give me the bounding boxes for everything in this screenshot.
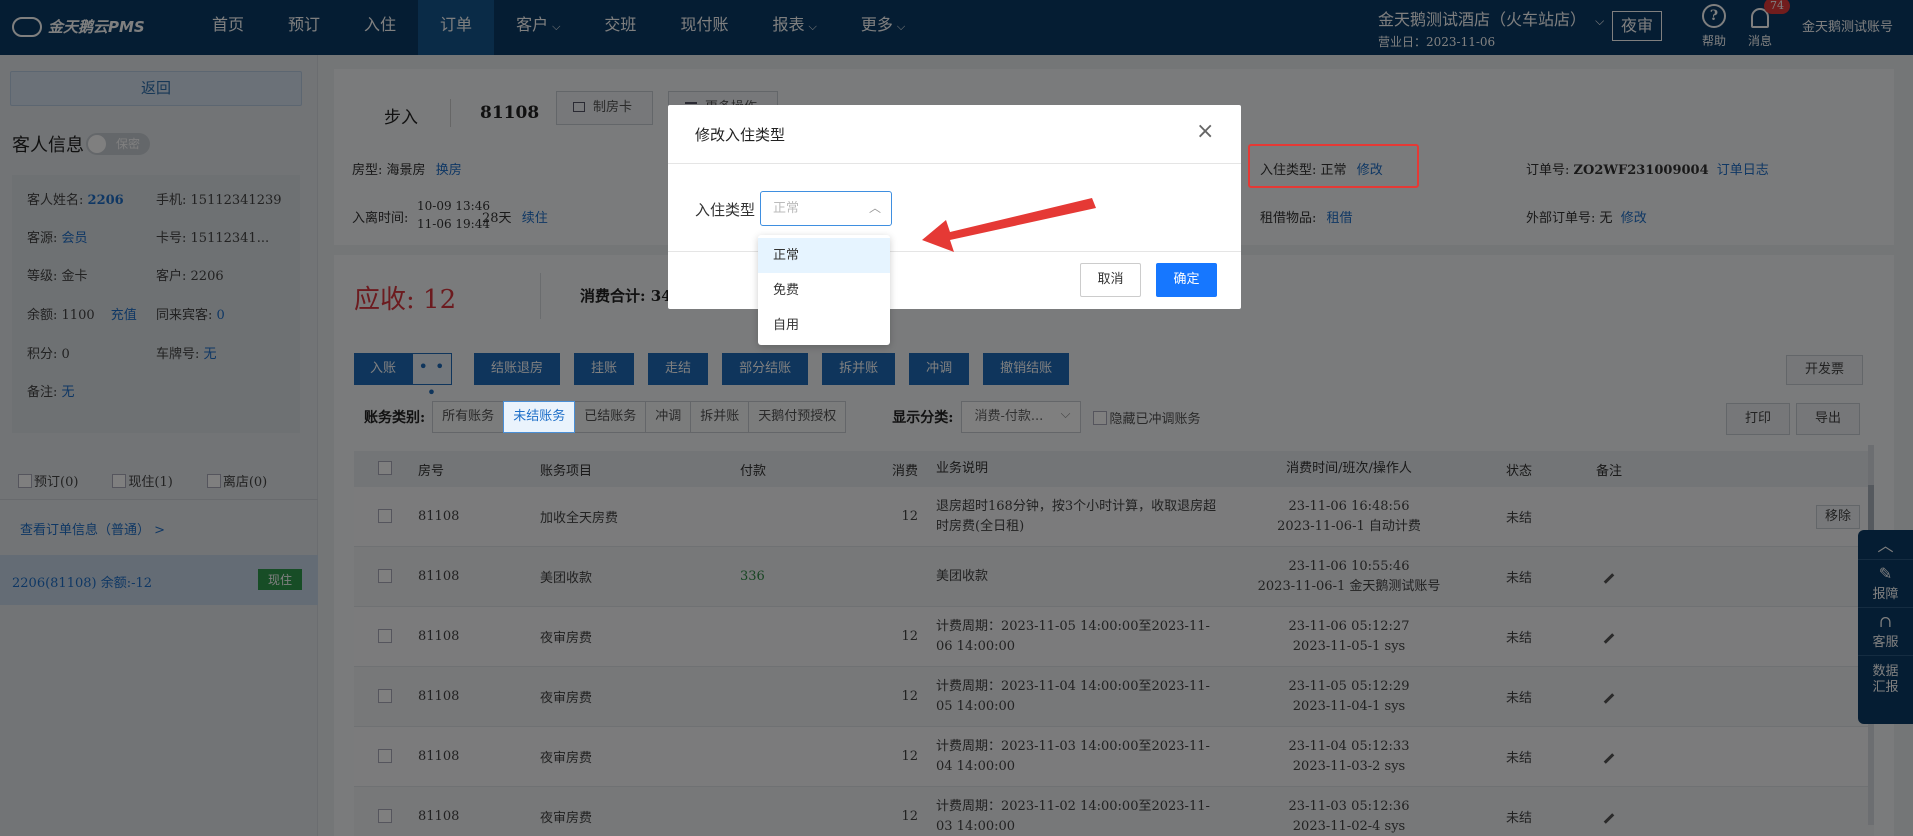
checkin-type-dropdown: 正常 免费 自用 (758, 235, 890, 345)
close-icon[interactable]: × (1196, 119, 1214, 144)
cancel-button[interactable]: 取消 (1080, 263, 1141, 297)
select-placeholder: 正常 (773, 201, 800, 216)
divider (668, 163, 1241, 164)
checkin-type-label: 入住类型 (695, 201, 756, 219)
option-free[interactable]: 免费 (758, 273, 890, 308)
divider (668, 251, 1241, 252)
checkin-type-select[interactable]: 正常 ︿ (760, 191, 892, 226)
option-normal[interactable]: 正常 (758, 238, 890, 273)
dialog-title: 修改入住类型 (695, 126, 786, 144)
tab-unsettled[interactable]: 未结账务 (503, 401, 576, 433)
chevron-up-icon: ︿ (868, 201, 881, 215)
annotation-highlight-box (1248, 144, 1419, 188)
option-self-use[interactable]: 自用 (758, 308, 890, 343)
confirm-button[interactable]: 确定 (1156, 263, 1217, 297)
modify-checkin-type-dialog: 修改入住类型 × 入住类型 正常 ︿ 取消 确定 (668, 105, 1241, 309)
